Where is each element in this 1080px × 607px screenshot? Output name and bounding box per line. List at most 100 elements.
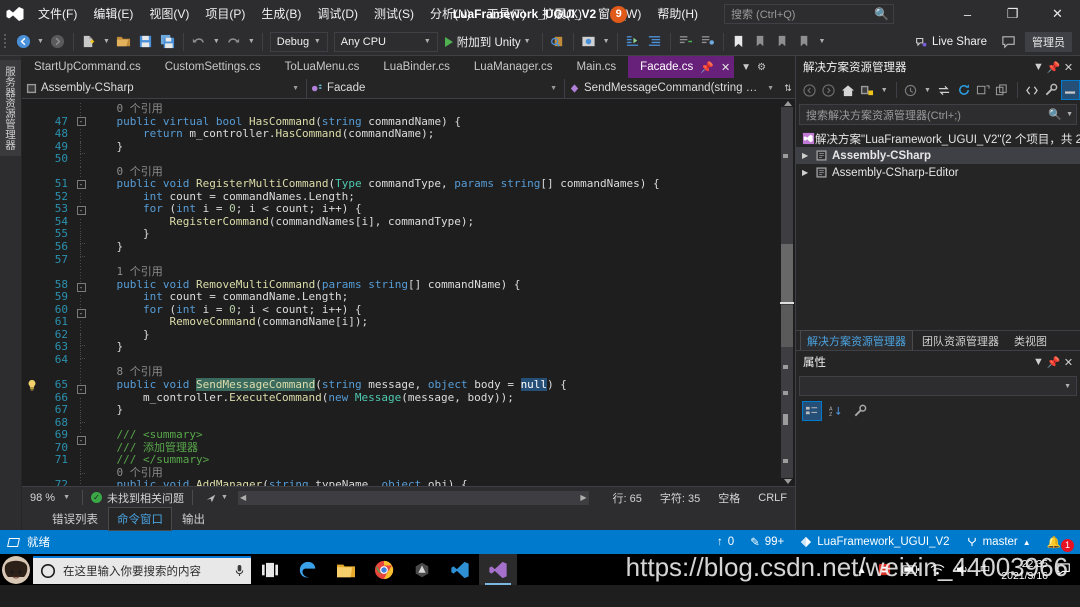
navbar-member-combo[interactable]: SendMessageCommand(string message, objec…	[565, 79, 781, 98]
history-icon[interactable]	[902, 80, 920, 100]
pin-icon[interactable]: 📌	[700, 61, 714, 74]
scrollbar-thumb-lower[interactable]	[781, 305, 793, 347]
pending-changes-icon[interactable]	[858, 80, 876, 100]
tree-node-solution[interactable]: 解决方案"LuaFramework_UGUI_V2"(2 个项目，共 2 个)	[796, 130, 1080, 147]
tree-node-assembly-csharp[interactable]: ▶ Assembly-CSharp	[796, 147, 1080, 164]
screenshot-dropdown-icon[interactable]: ▼	[600, 38, 613, 45]
fold-toggle[interactable]	[74, 333, 88, 347]
tab-toluamenu[interactable]: ToLuaMenu.cs	[272, 56, 372, 78]
nav-back-dropdown-icon[interactable]: ▼	[34, 38, 47, 45]
new-item-icon[interactable]	[78, 31, 100, 53]
fold-toggle[interactable]: -	[74, 116, 88, 130]
collapse-all-icon[interactable]	[974, 80, 992, 100]
minimize-icon[interactable]: –	[945, 0, 990, 28]
dock-tab-class-view[interactable]: 类视图	[1008, 331, 1053, 351]
editor-horizontal-scrollbar[interactable]: ◀ ▶	[237, 490, 589, 505]
forward-icon[interactable]	[819, 80, 837, 100]
tab-facade[interactable]: Facade.cs 📌 ✕	[628, 56, 735, 78]
tab-startupcommand[interactable]: StartUpCommand.cs	[22, 56, 153, 78]
close-icon[interactable]: ✕	[1061, 61, 1076, 74]
code-line[interactable]: }	[90, 228, 779, 241]
dock-tab-command-window[interactable]: 命令窗口	[108, 507, 172, 531]
toolbar-grip[interactable]	[4, 33, 12, 51]
fold-toggle[interactable]: -	[74, 308, 88, 322]
pin-icon[interactable]: 📌	[1046, 61, 1061, 74]
menu-file[interactable]: 文件(F)	[30, 3, 85, 25]
code-line[interactable]: return m_controller.HasCommand(commandNa…	[90, 127, 779, 141]
fold-toggle[interactable]: -	[74, 180, 88, 193]
pin-icon[interactable]: 📌	[1046, 356, 1061, 369]
split-editor-icon[interactable]: ⇅	[781, 83, 795, 94]
properties-object-combo[interactable]: ▼	[799, 376, 1077, 396]
tree-node-assembly-csharp-editor[interactable]: ▶ Assembly-CSharp-Editor	[796, 164, 1080, 181]
scroll-down-arrow-icon[interactable]	[784, 479, 792, 484]
code-editor-surface[interactable]: 47 48 49 50 51 52 53 54 55 56 57 58 59 60 61 62 63 64 65 66…	[22, 99, 795, 486]
navbar-type-combo[interactable]: Facade ▼	[307, 78, 565, 98]
code-line[interactable]: }	[90, 140, 779, 154]
admin-badge[interactable]: 管理员	[1025, 31, 1072, 52]
bookmark-icon[interactable]	[728, 31, 750, 53]
code-line[interactable]: m_controller.ExecuteCommand(new Message(…	[90, 391, 779, 405]
close-icon[interactable]: ✕	[721, 61, 730, 74]
properties-icon[interactable]	[1042, 80, 1060, 100]
scroll-up-arrow-icon[interactable]	[784, 101, 792, 106]
expander[interactable]: ▶	[802, 151, 815, 160]
fold-toggle[interactable]: -	[74, 282, 88, 296]
chevron-down-icon[interactable]: ▼	[738, 62, 754, 73]
solution-tree[interactable]: 解决方案"LuaFramework_UGUI_V2"(2 个项目，共 2 个) …	[796, 128, 1080, 330]
refresh-icon[interactable]	[954, 80, 972, 100]
fold-toggle[interactable]	[74, 346, 88, 359]
chevron-down-icon[interactable]: ▼	[1031, 356, 1046, 368]
scrollbar-thumb[interactable]	[781, 244, 793, 304]
ime-icon[interactable]: 中	[975, 562, 996, 577]
restore-icon[interactable]: ❐	[990, 0, 1035, 28]
bookmark-next-icon[interactable]	[750, 31, 772, 53]
screenshot-icon[interactable]	[578, 31, 600, 53]
tab-main[interactable]: Main.cs	[564, 56, 629, 78]
navbar-project-combo[interactable]: Assembly-CSharp ▼	[22, 78, 307, 98]
tab-luamanager[interactable]: LuaManager.cs	[461, 56, 565, 78]
user-avatar[interactable]	[2, 555, 30, 584]
unity-icon[interactable]	[403, 554, 441, 585]
tab-luabinder[interactable]: LuaBinder.cs	[371, 56, 462, 78]
sync-icon[interactable]	[935, 80, 953, 100]
file-explorer-icon[interactable]	[327, 554, 365, 585]
home-icon[interactable]	[839, 80, 857, 100]
menu-edit[interactable]: 编辑(E)	[85, 3, 141, 25]
show-all-files-icon[interactable]	[993, 80, 1011, 100]
redo-dropdown-icon[interactable]: ▼	[245, 38, 258, 45]
indent-icon[interactable]	[622, 31, 644, 53]
code-line[interactable]	[90, 254, 779, 267]
navigate-forward-icon[interactable]	[47, 31, 69, 53]
open-folder-icon[interactable]	[113, 31, 135, 53]
notifications-indicator[interactable]: 🔔 1	[1047, 533, 1074, 552]
chevron-down-icon[interactable]: ▼	[878, 87, 891, 94]
live-share-button[interactable]: Live Share	[910, 31, 991, 53]
taskbar-search-box[interactable]: 在这里输入你要搜索的内容	[33, 555, 251, 584]
navigate-back-icon[interactable]	[12, 31, 34, 53]
kingsoft-icon[interactable]	[872, 562, 897, 577]
menu-view[interactable]: 视图(V)	[141, 3, 197, 25]
tab-customsettings[interactable]: CustomSettings.cs	[152, 56, 273, 78]
vscode-icon[interactable]	[441, 554, 479, 585]
menu-build[interactable]: 生成(B)	[253, 3, 309, 25]
chevron-down-icon[interactable]: ▼	[1031, 61, 1046, 73]
code-line[interactable]: }	[90, 328, 779, 342]
overflow-chevron-icon[interactable]: ▲	[851, 564, 871, 576]
edge-icon[interactable]	[289, 554, 327, 585]
visual-studio-icon[interactable]	[479, 554, 517, 585]
bookmark-prev-icon[interactable]	[772, 31, 794, 53]
code-line[interactable]: }	[90, 240, 779, 254]
fold-toggle[interactable]: -	[74, 385, 88, 398]
outgoing-commits[interactable]: ↑ 0	[717, 536, 734, 548]
dock-tab-error-list[interactable]: 错误列表	[44, 508, 106, 530]
code-line[interactable]	[90, 153, 779, 166]
code-line[interactable]: }	[90, 403, 779, 417]
menu-debug[interactable]: 调试(D)	[309, 3, 366, 25]
back-icon[interactable]	[800, 80, 818, 100]
categorized-icon[interactable]	[802, 401, 822, 421]
chevron-down-icon[interactable]: ▼	[1062, 111, 1073, 118]
code-line[interactable]: public void AddManager(string typeName, …	[90, 479, 779, 486]
save-icon[interactable]	[135, 31, 157, 53]
chevron-down-icon[interactable]: ▼	[921, 87, 934, 94]
